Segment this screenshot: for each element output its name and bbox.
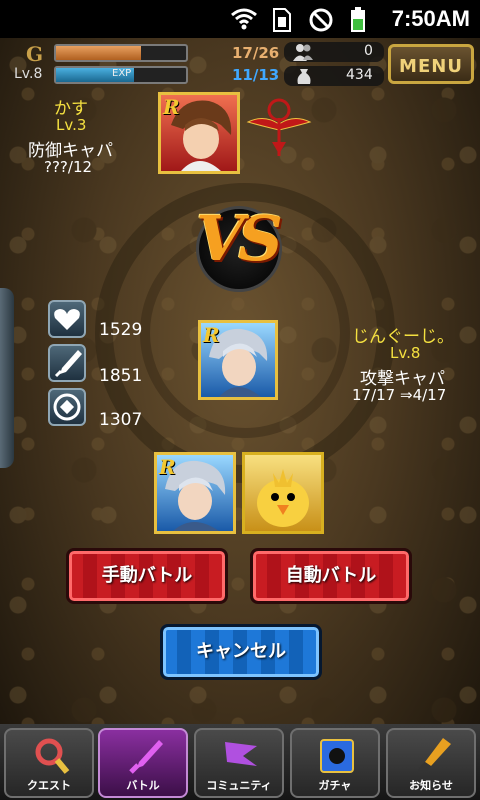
friends-count: 0 (364, 43, 373, 59)
cancel-button[interactable]: キャンセル (160, 624, 322, 680)
sword-icon (129, 740, 163, 774)
no-signal-icon (309, 8, 333, 32)
nav-label: バトル (126, 779, 160, 792)
gacha-icon (320, 739, 354, 773)
player-level: Lv.8 (14, 66, 43, 82)
money-value: 434 (346, 67, 373, 83)
nav-battle[interactable]: バトル (98, 728, 188, 798)
player-level-info: Lv.8 (390, 344, 421, 362)
exp-label: EXP (112, 68, 132, 79)
nav-label: ガチャ (318, 779, 352, 792)
deck-card-1[interactable]: R (154, 452, 236, 534)
flag-icon (225, 742, 257, 766)
chick-portrait (257, 469, 309, 527)
sim-card-icon (273, 8, 291, 32)
hp-value: 1529 (99, 320, 143, 340)
menu-button[interactable]: MENU (388, 44, 474, 84)
wifi-icon (231, 8, 257, 30)
player-leader-card[interactable]: R (198, 320, 278, 400)
attack-value: 1851 (99, 366, 143, 386)
guild-crest-icon (246, 98, 312, 156)
bottom-nav: クエスト バトル コミュニティ ガチャ お知らせ (0, 724, 480, 800)
status-time: 7:50AM (391, 6, 470, 31)
stamina-value: 17/26 (232, 44, 280, 62)
rarity-mark: R (163, 95, 180, 119)
magnifier-icon (35, 738, 70, 774)
rarity-mark: R (203, 323, 220, 347)
status-bar: 7:50AM (0, 0, 480, 38)
nav-label: コミュニティ (206, 779, 272, 792)
rarity-mark: R (159, 455, 176, 479)
sword-stat-icon (48, 344, 86, 382)
defense-value: 1307 (99, 410, 143, 430)
shield-icon (48, 388, 86, 426)
player-capacity: 17/17 ⇒4/17 (352, 386, 447, 404)
friends-icon (293, 44, 313, 61)
nav-community[interactable]: コミュニティ (194, 728, 284, 798)
nav-label: お知らせ (409, 779, 453, 792)
opponent-leader-card[interactable]: R (158, 92, 240, 174)
nav-label: クエスト (27, 779, 71, 792)
gold-icon: G (26, 42, 44, 66)
battle-points-value: 11/13 (232, 66, 280, 84)
battery-icon (351, 7, 365, 32)
manual-battle-button[interactable]: 手動バトル (66, 548, 228, 604)
vs-label: VS (196, 202, 283, 275)
stamina-bar (54, 44, 188, 62)
brush-icon (417, 738, 451, 774)
side-drawer-tab[interactable] (0, 288, 14, 468)
heart-icon (48, 300, 86, 338)
opponent-capacity: ???/12 (44, 158, 93, 176)
auto-battle-button[interactable]: 自動バトル (250, 548, 412, 604)
money-bag-icon (297, 69, 311, 84)
deck-card-2[interactable] (242, 452, 324, 534)
nav-quest[interactable]: クエスト (4, 728, 94, 798)
battle-screen: G Lv.8 EXP 17/26 11/13 0 434 MENU かす Lv.… (0, 38, 480, 800)
nav-gacha[interactable]: ガチャ (290, 728, 380, 798)
nav-news[interactable]: お知らせ (386, 728, 476, 798)
stamina-bar-fill (56, 46, 141, 60)
opponent-level: Lv.3 (56, 116, 87, 134)
